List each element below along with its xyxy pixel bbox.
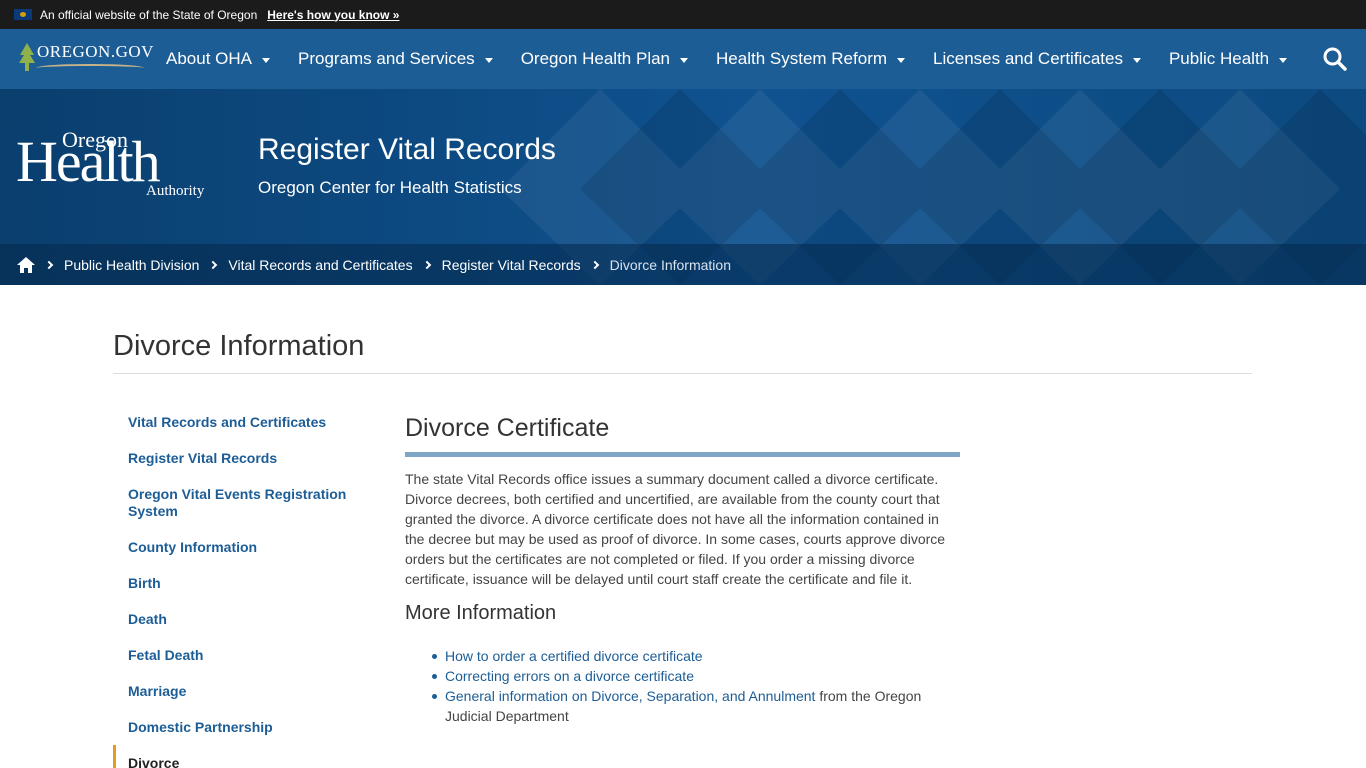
- nav-public-health[interactable]: Public Health: [1155, 29, 1301, 89]
- page-title: Divorce Information: [113, 330, 365, 362]
- breadcrumb-current: Divorce Information: [609, 256, 731, 273]
- side-nav-marriage[interactable]: Marriage: [113, 683, 186, 700]
- official-banner: An official website of the State of Oreg…: [0, 0, 1366, 29]
- breadcrumb-public-health-division[interactable]: Public Health Division: [64, 257, 199, 273]
- side-nav-register-vital-records[interactable]: Register Vital Records: [113, 450, 277, 467]
- side-nav-birth[interactable]: Birth: [113, 575, 161, 592]
- caret-down-icon: [897, 57, 906, 63]
- chevron-right-icon: [44, 260, 54, 269]
- list-item: Correcting errors on a divorce certifica…: [432, 666, 960, 686]
- site-banner: Oregon Health Authority Register Vital R…: [0, 89, 1366, 285]
- oregon-gov-logo-text: Oregon.gov: [37, 42, 154, 61]
- nav-programs-and-services[interactable]: Programs and Services: [284, 29, 507, 89]
- logo-swoosh: [36, 64, 144, 72]
- site-subtitle: Oregon Center for Health Statistics: [258, 178, 522, 197]
- chevron-right-icon: [590, 260, 599, 269]
- oha-logo[interactable]: Oregon Health Authority: [16, 127, 216, 207]
- main-navigation: Oregon.gov About OHA Programs and Servic…: [0, 29, 1366, 89]
- tree-icon: [19, 43, 35, 71]
- heading-underline: [405, 452, 960, 457]
- oha-logo-authority: Authority: [146, 183, 205, 199]
- side-nav-domestic-partnership[interactable]: Domestic Partnership: [113, 719, 273, 736]
- how-to-order-link[interactable]: How to order a certified divorce certifi…: [445, 648, 703, 664]
- caret-down-icon: [484, 57, 493, 63]
- caret-down-icon: [262, 57, 270, 63]
- breadcrumb: Public Health Division Vital Records and…: [0, 244, 1366, 285]
- site-title: Register Vital Records: [258, 133, 556, 166]
- nav-item-label: Public Health: [1168, 49, 1270, 68]
- side-nav-divorce: Divorce: [128, 755, 180, 768]
- nav-about-oha[interactable]: About OHA: [152, 29, 284, 89]
- home-icon[interactable]: [17, 256, 35, 273]
- oregon-gov-logo[interactable]: Oregon.gov: [12, 39, 153, 79]
- search-icon[interactable]: [1322, 46, 1348, 72]
- chevron-right-icon: [422, 260, 431, 269]
- caret-down-icon: [680, 57, 689, 63]
- caret-down-icon: [1279, 57, 1288, 63]
- nav-health-system-reform[interactable]: Health System Reform: [702, 29, 919, 89]
- side-nav-county-information[interactable]: County Information: [113, 539, 257, 556]
- nav-oregon-health-plan[interactable]: Oregon Health Plan: [507, 29, 702, 89]
- divorce-certificate-paragraph: The state Vital Records office issues a …: [405, 471, 946, 587]
- side-nav-vital-records-and-certificates[interactable]: Vital Records and Certificates: [113, 414, 326, 431]
- side-nav-oregon-vital-events-registration-system[interactable]: Oregon Vital Events Registration System: [113, 486, 358, 520]
- more-information-heading: More Information: [405, 602, 557, 624]
- oha-logo-health: Health: [16, 129, 161, 194]
- nav-item-label: About OHA: [166, 49, 252, 68]
- official-text: An official website of the State of Oreg…: [40, 7, 258, 22]
- heres-how-you-know-link[interactable]: Here's how you know »: [267, 8, 399, 22]
- breadcrumb-register-vital-records[interactable]: Register Vital Records: [442, 257, 581, 273]
- chevron-right-icon: [209, 260, 218, 269]
- nav-item-label: Licenses and Certificates: [933, 49, 1123, 68]
- more-information-list: How to order a certified divorce certifi…: [432, 646, 960, 726]
- oregon-flag-icon: [14, 9, 32, 20]
- side-nav-active-item[interactable]: Divorce: [113, 745, 363, 768]
- main-content: Divorce Certificate The state Vital Reco…: [405, 414, 960, 726]
- side-nav-fetal-death[interactable]: Fetal Death: [113, 647, 203, 664]
- nav-licenses-and-certificates[interactable]: Licenses and Certificates: [919, 29, 1155, 89]
- side-nav-death[interactable]: Death: [113, 611, 167, 628]
- caret-down-icon: [1132, 57, 1141, 63]
- list-item: General information on Divorce, Separati…: [432, 686, 960, 726]
- title-divider: [113, 373, 1252, 374]
- divorce-certificate-heading: Divorce Certificate: [405, 414, 610, 442]
- list-item: How to order a certified divorce certifi…: [432, 646, 960, 666]
- nav-menu: About OHA Programs and Services Oregon H…: [152, 29, 1301, 89]
- nav-item-label: Health System Reform: [716, 49, 888, 68]
- correcting-errors-link[interactable]: Correcting errors on a divorce certifica…: [445, 668, 694, 684]
- nav-item-label: Programs and Services: [298, 49, 475, 68]
- breadcrumb-vital-records-and-certificates[interactable]: Vital Records and Certificates: [228, 257, 412, 273]
- general-information-link[interactable]: General information on Divorce, Separati…: [445, 688, 815, 704]
- nav-item-label: Oregon Health Plan: [520, 49, 671, 68]
